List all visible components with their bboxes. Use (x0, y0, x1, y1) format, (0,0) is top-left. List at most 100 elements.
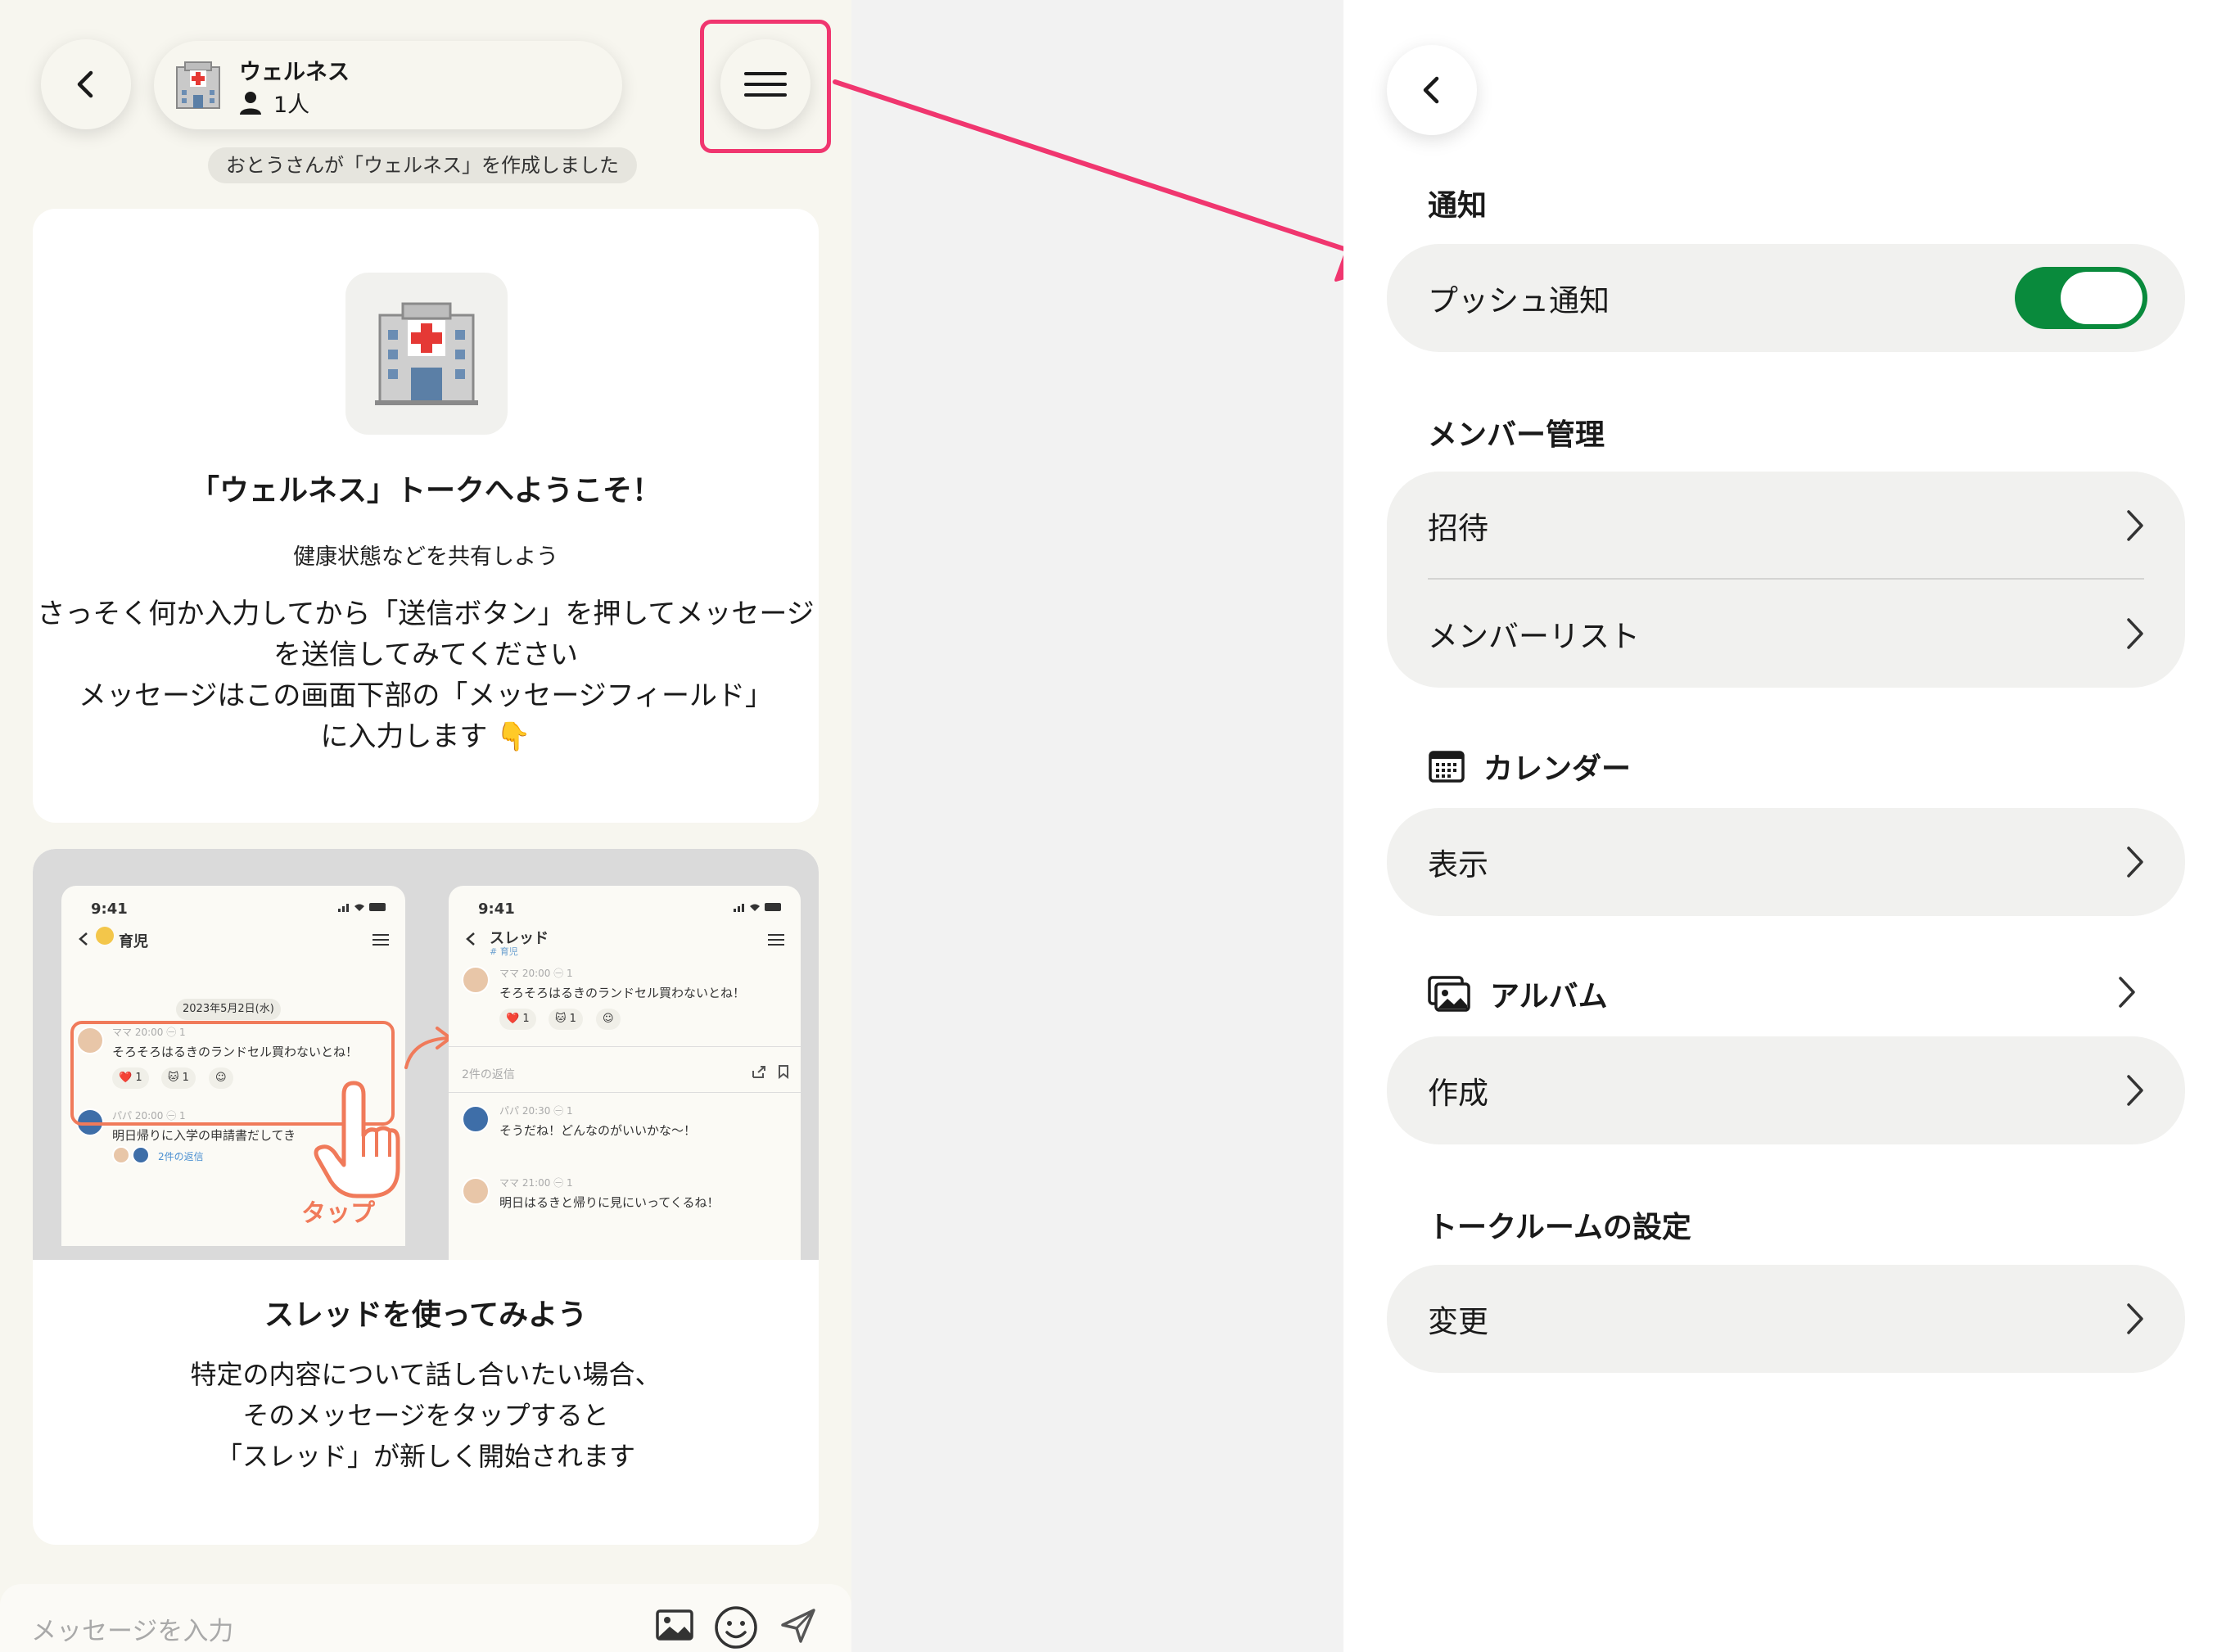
room-icon-box (345, 273, 508, 435)
hospital-icon (375, 302, 478, 405)
reply-count: 2件の返信 (462, 1068, 515, 1081)
thread-body-line: 「スレッド」が新しく開始されます (215, 1441, 635, 1472)
chevron-left-icon (466, 932, 475, 946)
welcome-body-line: さっそく何か入力してから「送信ボタン」を押してメッセージ (37, 598, 815, 630)
welcome-card: 「ウェルネス」トークへようこそ！ 健康状態などを共有しよう さっそく何か入力して… (33, 209, 819, 823)
room-name: ウェルネス (239, 60, 350, 85)
thread-body-line: そのメッセージをタップすると (242, 1400, 609, 1431)
talkroom-group: 変更 (1387, 1265, 2185, 1373)
thread-illustration: 9:41 育児 2023年5月2日(水) ママ 20:00 ㊀ 1 そろそろはる… (33, 849, 819, 1260)
member-list-label: メンバーリスト (1428, 619, 1640, 654)
share-icon (752, 1066, 765, 1078)
welcome-subtitle: 健康状態などを共有しよう (293, 544, 558, 570)
album-group: 作成 (1387, 1036, 2185, 1144)
section-notification-title: 通知 (1428, 189, 1488, 223)
toggle-knob (2061, 272, 2142, 324)
chat-screen: ウェルネス 1人 おとうさんが「ウェルネス」を作成しました 「ウェルネス」トーク… (0, 0, 851, 1652)
section-members-title: メンバー管理 (1428, 418, 1605, 452)
divider (449, 1046, 801, 1047)
calendar-view-row[interactable]: 表示 (1387, 808, 2185, 916)
welcome-body-line: を送信してみてください (273, 639, 578, 671)
talkroom-change-row[interactable]: 変更 (1387, 1265, 2185, 1373)
thread-tutorial-card: 9:41 育児 2023年5月2日(水) ママ 20:00 ㊀ 1 そろそろはる… (33, 849, 819, 1545)
members-group: 招待 メンバーリスト (1387, 472, 2185, 688)
status-time: 9:41 (478, 900, 515, 918)
calendar-group: 表示 (1387, 808, 2185, 916)
reply-count: 2件の返信 (158, 1151, 204, 1162)
chevron-right-icon (2127, 1303, 2143, 1334)
avatar (112, 1146, 130, 1164)
chevron-right-icon (2127, 846, 2143, 878)
thread-card-title: スレッドを使ってみよう (264, 1298, 588, 1332)
person-icon (240, 91, 261, 115)
system-message: おとうさんが「ウェルネス」を作成しました (208, 147, 637, 183)
push-notification-row: プッシュ通知 (1387, 244, 2185, 352)
chevron-right-icon (2127, 510, 2143, 541)
talkroom-change-label: 変更 (1428, 1304, 1488, 1339)
message-text: 明日帰りに入学の申請書だしてき (112, 1128, 296, 1143)
message-text: そうだね！どんなのがいいかな〜！ (499, 1123, 697, 1138)
album-create-label: 作成 (1428, 1076, 1488, 1111)
status-time: 9:41 (91, 900, 128, 918)
section-calendar-title: カレンダー (1483, 752, 1632, 786)
message-input[interactable] (31, 1617, 604, 1646)
section-album-header[interactable]: アルバム (1428, 973, 1608, 1015)
send-icon[interactable] (779, 1607, 817, 1645)
avatar (462, 1105, 490, 1133)
welcome-title: 「ウェルネス」トークへようこそ！ (189, 474, 661, 508)
invite-label: 招待 (1428, 511, 1488, 546)
notification-group: プッシュ通知 (1387, 244, 2185, 352)
avatar (462, 966, 490, 994)
section-album-title: アルバム (1490, 980, 1608, 1013)
push-notification-toggle[interactable] (2015, 267, 2147, 329)
section-calendar-header: カレンダー (1428, 745, 1631, 788)
thread-body-line: 特定の内容について話し合いたい場合、 (190, 1359, 661, 1390)
thread-card-body: 特定の内容について話し合いたい場合、 そのメッセージをタップすると 「スレッド」… (33, 1354, 819, 1477)
chevron-right-icon (2127, 1075, 2143, 1106)
status-icons (734, 903, 781, 912)
welcome-body-line: メッセージはこの画面下部の「メッセージフィールド」 (79, 679, 773, 712)
pointing-hand-icon (314, 1081, 400, 1198)
message-text: そろそろはるきのランドセル買わないとね！ (499, 986, 746, 1000)
push-notification-label: プッシュ通知 (1428, 283, 1610, 318)
reaction-chip: ☺ (596, 1009, 621, 1030)
chevron-right-icon[interactable] (2116, 974, 2138, 1010)
date-chip: 2023年5月2日(水) (176, 999, 281, 1020)
message-meta: ママ 20:00 ㊀ 1 (499, 968, 573, 979)
back-button[interactable] (41, 39, 131, 129)
chevron-right-icon (2127, 618, 2143, 649)
hamburger-menu-icon (768, 934, 784, 946)
reaction-chip: ❤️ 1 (499, 1009, 536, 1030)
member-count: 1人 (239, 87, 309, 119)
member-list-row[interactable]: メンバーリスト (1387, 580, 2185, 688)
settings-screen: 通知 プッシュ通知 メンバー管理 招待 メンバーリスト カレンダー 表示 アルバ… (1343, 0, 2226, 1652)
welcome-body: さっそく何か入力してから「送信ボタン」を押してメッセージ を送信してみてください… (33, 594, 819, 757)
album-create-row[interactable]: 作成 (1387, 1036, 2185, 1144)
invite-row[interactable]: 招待 (1387, 472, 2185, 580)
menu-button[interactable] (720, 39, 810, 129)
calendar-view-label: 表示 (1428, 847, 1488, 882)
welcome-body-line: に入力します 👇 (320, 720, 531, 753)
photo-album-icon (1428, 976, 1470, 1012)
hospital-icon (176, 61, 220, 109)
image-icon[interactable] (655, 1609, 694, 1641)
avatar (132, 1146, 150, 1164)
illustration-screen-thread: 9:41 スレッド # 育児 ママ 20:00 ㊀ 1 そろそろはるきのランドセ… (449, 886, 801, 1260)
calendar-icon (1429, 751, 1465, 783)
message-meta: パパ 20:30 ㊀ 1 (499, 1105, 573, 1117)
status-icons (338, 903, 386, 912)
chevron-left-icon (1423, 76, 1439, 104)
back-button[interactable] (1387, 45, 1477, 135)
bookmark-icon (779, 1065, 788, 1079)
emoji-icon[interactable] (714, 1605, 758, 1650)
message-input-bar (0, 1584, 851, 1652)
section-talkroom-title: トークルームの設定 (1428, 1211, 1691, 1244)
divider (449, 1092, 801, 1093)
room-header[interactable]: ウェルネス 1人 (154, 41, 622, 129)
reaction-chip: 🐱 1 (549, 1009, 583, 1030)
chevron-left-icon (77, 70, 93, 98)
tap-label: タップ (301, 1199, 375, 1228)
mini-subtitle: # 育児 (490, 946, 518, 957)
hamburger-menu-icon (373, 934, 389, 946)
avatar (462, 1177, 490, 1205)
